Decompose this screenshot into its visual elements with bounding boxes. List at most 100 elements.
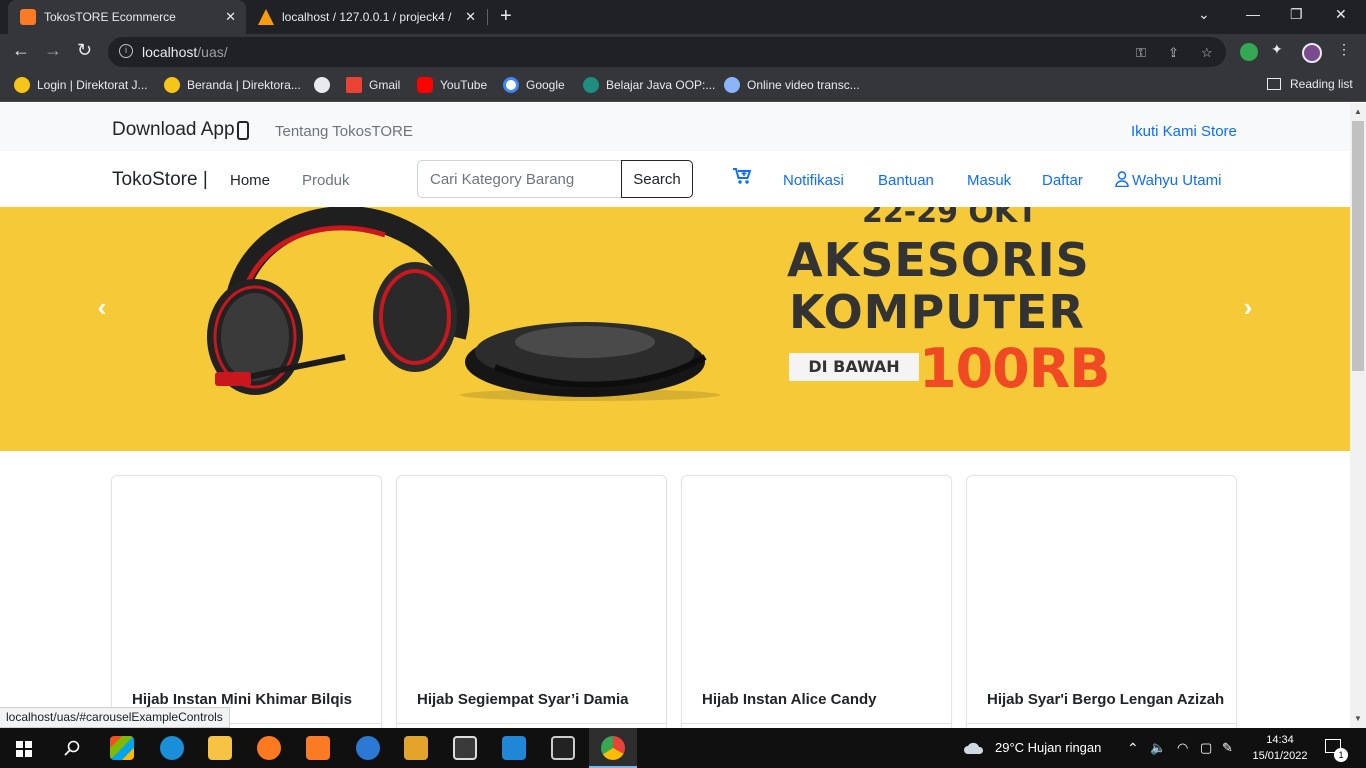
address-bar: ← → ↻ i localhost/uas/ ⚿ ⇪ ☆ ✦ ⋮ (0, 34, 1366, 70)
store-icon[interactable] (110, 736, 134, 760)
tab-search-chevron-icon[interactable]: ⌄ (1198, 6, 1210, 23)
card-divider (682, 723, 951, 724)
nav-produk[interactable]: Produk (302, 172, 350, 189)
bookmark-item[interactable] (314, 77, 337, 93)
back-arrow-icon[interactable]: ← (12, 40, 30, 61)
tray-chevron-up-icon[interactable]: ⌃ (1127, 740, 1139, 757)
forward-arrow-icon[interactable]: → (44, 40, 62, 61)
promo-under-label: DI BAWAH (789, 353, 919, 381)
promo-date: 22-29 OKT (862, 207, 1038, 230)
url-text[interactable]: localhost/uas/ (142, 44, 228, 60)
nav-bantuan[interactable]: Bantuan (878, 172, 934, 189)
restore-icon[interactable]: ❐ (1290, 6, 1303, 23)
card-divider (967, 723, 1236, 724)
window-close-icon[interactable]: ✕ (1335, 6, 1347, 23)
scroll-up-icon[interactable]: ▲ (1354, 107, 1362, 116)
share-icon[interactable]: ⇪ (1168, 45, 1179, 61)
media-player-icon[interactable] (404, 736, 428, 760)
bookmark-gmail[interactable]: Gmail (346, 77, 400, 93)
bookmark-item[interactable]: Online video transc... (724, 77, 860, 93)
reading-list[interactable]: Reading list (1267, 77, 1353, 91)
calendar-app-icon[interactable] (453, 736, 477, 760)
extension-icon[interactable] (1240, 43, 1258, 61)
nav-daftar[interactable]: Daftar (1042, 172, 1083, 189)
page-scrollbar[interactable]: ▲ ▼ (1350, 103, 1366, 728)
cart-icon[interactable] (733, 168, 751, 185)
clock-time: 14:34 (1266, 734, 1294, 746)
tab-tokostore[interactable]: TokosTORE Ecommerce ✕ (8, 0, 246, 34)
top-info-bar: Download App Tentang TokosTORE Ikuti Kam… (0, 103, 1350, 151)
react-icon (724, 77, 740, 93)
volume-icon[interactable]: 🔈 (1150, 740, 1166, 756)
xampp-icon[interactable] (306, 736, 330, 760)
product-card[interactable]: Hijab Instan Alice Candy (681, 475, 952, 728)
product-title[interactable]: Hijab Segiempat Syar’i Damia (417, 691, 628, 708)
page-viewport: Download App Tentang TokosTORE Ikuti Kam… (0, 103, 1350, 728)
user-icon[interactable] (1115, 171, 1129, 187)
chrome-icon[interactable] (601, 736, 625, 760)
new-tab-plus-icon[interactable]: + (500, 5, 512, 28)
browser-menu-icon[interactable]: ⋮ (1337, 41, 1355, 59)
bookmark-favicon-icon (583, 77, 599, 93)
bookmark-youtube[interactable]: YouTube (417, 77, 487, 93)
password-key-icon[interactable]: ⚿ (1136, 45, 1146, 61)
carousel-prev-chevron-icon[interactable]: ‹ (82, 287, 122, 327)
tab-phpmyadmin[interactable]: localhost / 127.0.0.1 / projeck4 / ... ✕ (248, 0, 486, 34)
download-app-link[interactable]: Download App (112, 119, 235, 141)
browser-tab-bar: TokosTORE Ecommerce ✕ localhost / 127.0.… (0, 0, 1366, 34)
internet-explorer-icon[interactable] (356, 736, 380, 760)
reload-icon[interactable]: ↻ (77, 40, 92, 61)
firefox-icon[interactable] (257, 736, 281, 760)
search-input[interactable] (417, 160, 622, 198)
tab-title: TokosTORE Ecommerce (44, 10, 176, 24)
bookmark-item[interactable]: Beranda | Direktora... (164, 77, 301, 93)
site-info-icon[interactable]: i (119, 44, 133, 58)
device-icon[interactable]: ▢ (1200, 740, 1212, 756)
profile-avatar[interactable] (1302, 43, 1322, 63)
carousel-next-chevron-icon[interactable]: › (1228, 287, 1268, 327)
network-icon[interactable]: ◠ (1177, 740, 1188, 756)
phone-icon[interactable] (237, 121, 249, 140)
bookmark-item[interactable]: Login | Direktorat J... (14, 77, 148, 93)
bookmark-item[interactable]: Belajar Java OOP:... (583, 77, 715, 93)
xampp-favicon-icon (20, 9, 36, 25)
search-icon[interactable] (64, 740, 80, 756)
language-icon[interactable]: ✎ (1222, 740, 1233, 756)
minimize-icon[interactable]: — (1246, 6, 1260, 22)
terminal-icon[interactable] (551, 736, 575, 760)
vscode-icon[interactable] (502, 736, 526, 760)
bookmark-star-icon[interactable]: ☆ (1201, 45, 1213, 61)
scroll-down-icon[interactable]: ▼ (1354, 714, 1362, 723)
scrollbar-thumb[interactable] (1352, 121, 1364, 371)
main-navbar: TokoStore | Home Produk Search Notifikas… (0, 151, 1350, 207)
product-title[interactable]: Hijab Syar'i Bergo Lengan Azizah (987, 691, 1224, 708)
product-card[interactable]: Hijab Segiempat Syar’i Damia (396, 475, 667, 728)
about-link[interactable]: Tentang TokosTORE (275, 123, 413, 140)
card-divider (397, 723, 666, 724)
omnibox[interactable]: i localhost/uas/ ⚿ ⇪ ☆ (108, 37, 1226, 67)
product-card[interactable]: Hijab Instan Mini Khimar Bilqis (111, 475, 382, 728)
tab-close-icon[interactable]: ✕ (465, 9, 476, 25)
windows-start-icon[interactable] (16, 741, 32, 757)
product-title[interactable]: Hijab Instan Mini Khimar Bilqis (132, 691, 352, 708)
follow-store-link[interactable]: Ikuti Kami Store (1131, 123, 1237, 140)
nav-notifikasi[interactable]: Notifikasi (783, 172, 844, 189)
tab-close-icon[interactable]: ✕ (225, 9, 236, 25)
nav-user-name[interactable]: Wahyu Utami (1132, 172, 1221, 189)
promo-headline-1: AKSESORIS (787, 233, 1090, 287)
system-clock[interactable]: 14:34 15/01/2022 (1249, 732, 1311, 764)
file-explorer-icon[interactable] (208, 736, 232, 760)
bookmark-google[interactable]: Google (503, 77, 565, 93)
bookmarks-bar: Login | Direktorat J... Beranda | Direkt… (0, 70, 1366, 102)
product-card[interactable]: Hijab Syar'i Bergo Lengan Azizah (966, 475, 1237, 728)
brand-logo[interactable]: TokoStore | (112, 169, 208, 191)
weather-text[interactable]: 29°C Hujan ringan (995, 740, 1101, 755)
nav-masuk[interactable]: Masuk (967, 172, 1011, 189)
taskbar-chrome-active[interactable] (589, 728, 637, 768)
product-title[interactable]: Hijab Instan Alice Candy (702, 691, 877, 708)
edge-icon[interactable] (160, 736, 184, 760)
nav-home[interactable]: Home (230, 172, 270, 189)
search-button[interactable]: Search (621, 160, 693, 198)
notification-badge: 1 (1334, 748, 1348, 762)
extensions-puzzle-icon[interactable]: ✦ (1271, 41, 1289, 59)
